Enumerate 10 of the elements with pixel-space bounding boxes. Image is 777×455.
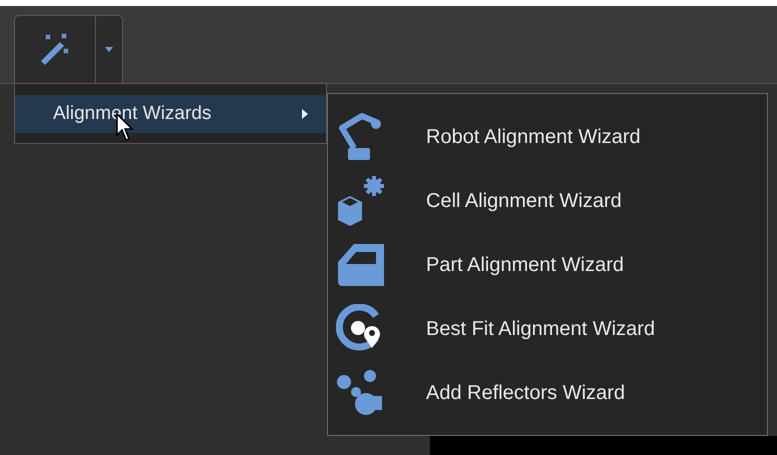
caret-icon[interactable]: [105, 47, 113, 52]
submenu-arrow-icon: [302, 109, 308, 119]
submenu-item[interactable]: Add Reflectors Wizard: [426, 378, 625, 408]
submenu-item[interactable]: Robot Alignment Wizard: [426, 122, 641, 152]
wizard-split-button[interactable]: [14, 15, 123, 83]
submenu-item[interactable]: Cell Alignment Wizard: [426, 186, 622, 216]
cube-gear-icon: [336, 176, 386, 226]
submenu-item[interactable]: Best Fit Alignment Wizard: [426, 314, 655, 344]
submenu-item[interactable]: Part Alignment Wizard: [426, 250, 624, 280]
menu-item[interactable]: Alignment Wizards: [15, 95, 326, 133]
